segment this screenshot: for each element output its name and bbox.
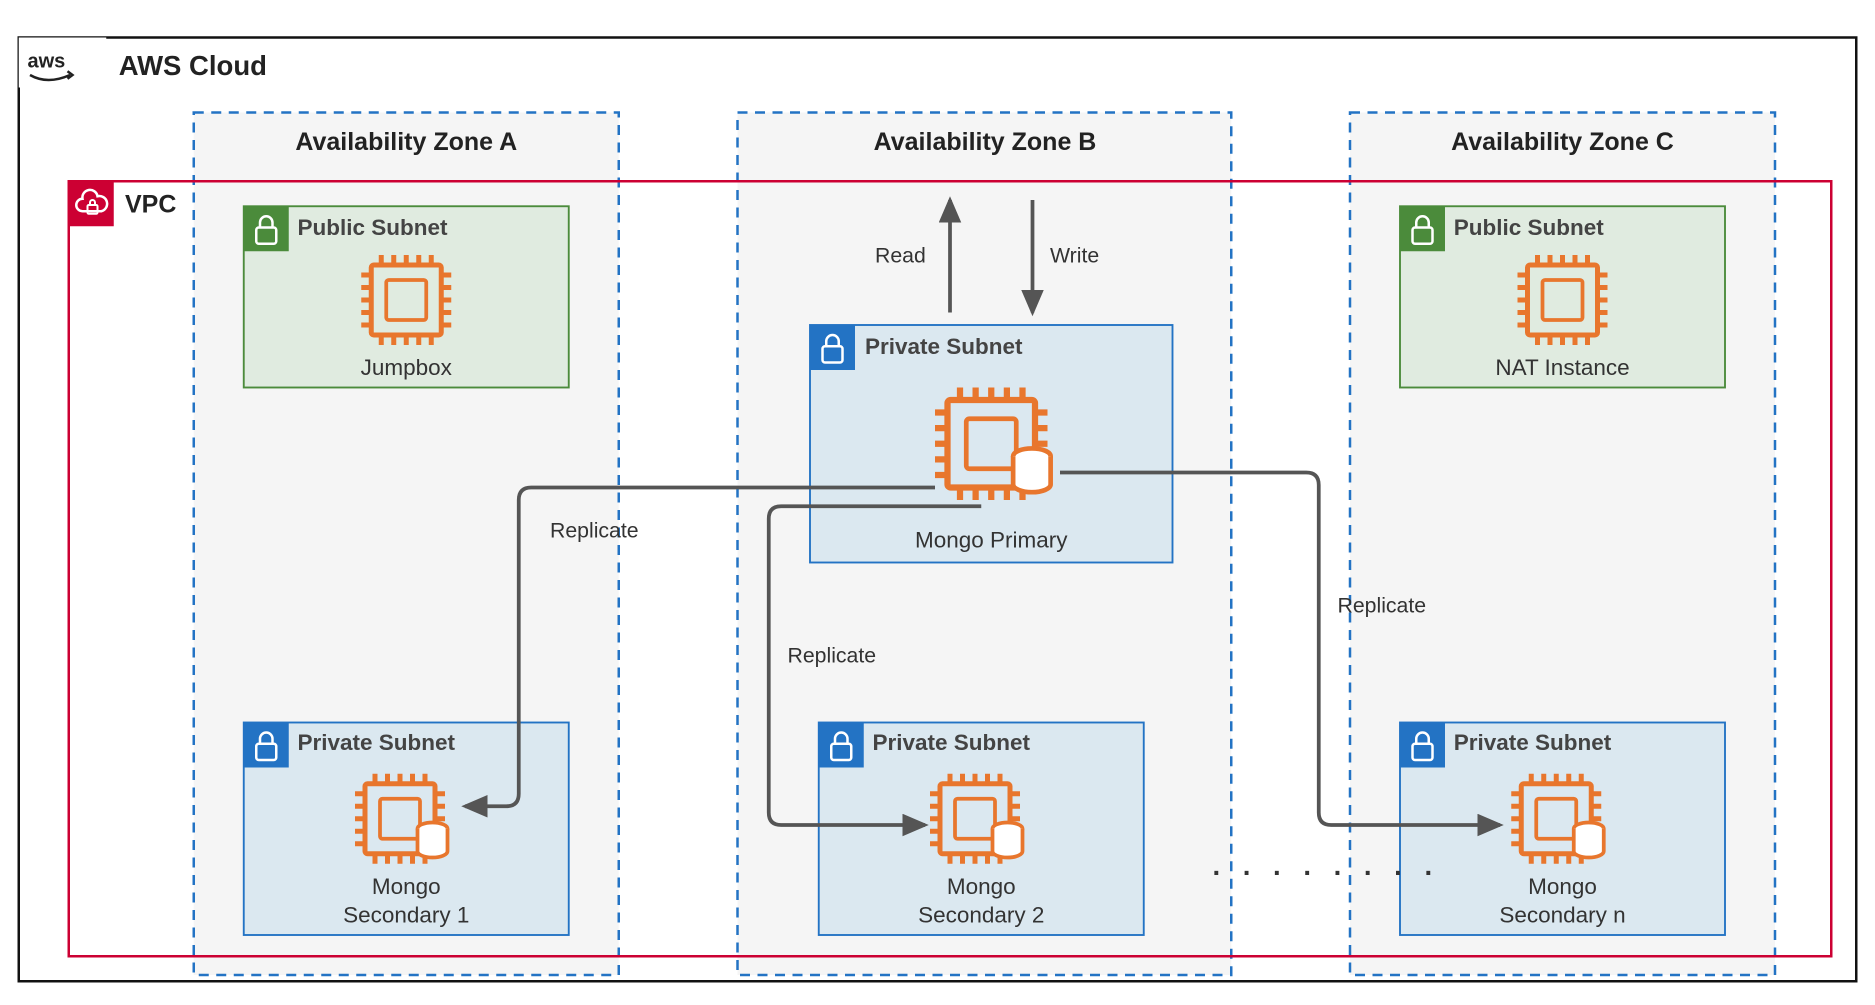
jumpbox-label: Jumpbox	[361, 355, 453, 380]
aws-cloud-label: AWS Cloud	[119, 50, 267, 81]
read-label: Read	[875, 244, 926, 268]
nat-label: NAT Instance	[1495, 355, 1629, 380]
sec1-l2: Secondary 1	[343, 903, 469, 928]
architecture-diagram: aws AWS Cloud Availability Zone A Availa…	[0, 0, 1875, 1000]
subnet-title: Private Subnet	[298, 730, 456, 755]
subnet-title: Public Subnet	[298, 215, 449, 240]
zone-c-private-secondary: Private Subnet Mongo Secondary n	[1400, 723, 1725, 936]
replicate-label-2: Replicate	[788, 644, 877, 668]
zone-a-public-subnet: Public Subnet Jumpbox	[244, 206, 569, 387]
lock-icon	[244, 723, 289, 768]
vpc-icon	[69, 181, 114, 226]
secn-l1: Mongo	[1528, 874, 1597, 899]
lock-icon	[810, 325, 855, 370]
lock-icon	[244, 206, 289, 251]
lock-icon	[1400, 206, 1445, 251]
replicate-label-1: Replicate	[550, 519, 639, 543]
subnet-title: Public Subnet	[1454, 215, 1605, 240]
sec2-l2: Secondary 2	[918, 903, 1044, 928]
zone-b-private-secondary: Private Subnet Mongo Secondary 2	[819, 723, 1144, 936]
zone-b-private-primary: Private Subnet Mongo Primary	[810, 325, 1173, 563]
vpc-label: VPC	[125, 191, 176, 219]
zone-c-public-subnet: Public Subnet NAT Instance	[1400, 206, 1725, 387]
lock-icon	[1400, 723, 1445, 768]
subnet-title: Private Subnet	[873, 730, 1031, 755]
write-label: Write	[1050, 244, 1099, 268]
sec1-l1: Mongo	[372, 874, 441, 899]
az-a-title: Availability Zone A	[295, 128, 517, 156]
ellipsis: . . . . . . . .	[1213, 850, 1440, 881]
subnet-title: Private Subnet	[1454, 730, 1612, 755]
primary-label: Mongo Primary	[915, 528, 1068, 553]
replicate-label-n: Replicate	[1338, 594, 1427, 618]
sec2-l1: Mongo	[947, 874, 1016, 899]
az-c-title: Availability Zone C	[1451, 128, 1674, 156]
az-b-title: Availability Zone B	[874, 128, 1097, 156]
secn-l2: Secondary n	[1499, 903, 1625, 928]
lock-icon	[819, 723, 864, 768]
subnet-title: Private Subnet	[865, 334, 1023, 359]
svg-text:aws: aws	[28, 51, 66, 73]
